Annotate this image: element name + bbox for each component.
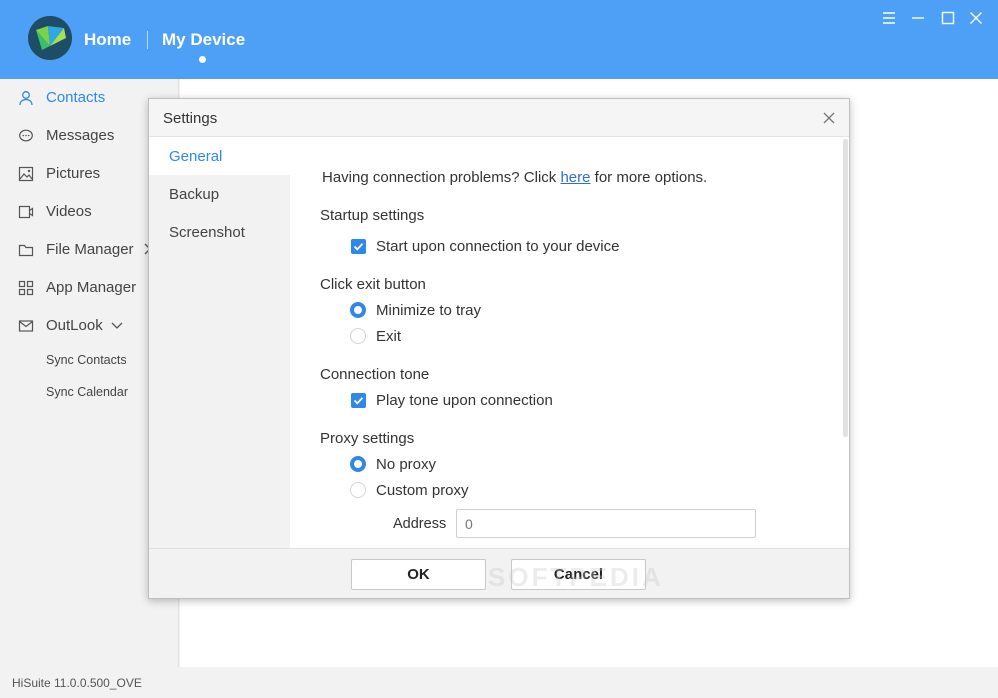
picture-icon [18, 166, 34, 182]
nav-divider [147, 31, 148, 49]
sidebar-sub-sync-contacts[interactable]: Sync Contacts [46, 353, 127, 367]
close-icon[interactable] [967, 9, 985, 27]
start-on-connect-checkbox[interactable] [351, 239, 366, 254]
minimize-icon[interactable] [909, 9, 927, 27]
address-label: Address [393, 516, 447, 532]
exit-label: Exit [376, 328, 402, 345]
startup-settings-heading: Startup settings [320, 207, 425, 224]
tab-screenshot[interactable]: Screenshot [149, 213, 290, 251]
no-proxy-label: No proxy [376, 456, 437, 473]
nav-my-device[interactable]: My Device [162, 30, 245, 50]
minimize-to-tray-label: Minimize to tray [376, 302, 482, 319]
proxy-settings-heading: Proxy settings [320, 430, 415, 447]
tab-label: General [169, 148, 223, 165]
settings-dialog: Settings General Backup Screenshot Havin… [148, 98, 850, 599]
sidebar-item-label: File Manager [46, 241, 134, 258]
exit-button-heading: Click exit button [320, 276, 426, 293]
no-proxy-radio[interactable] [350, 456, 366, 472]
custom-proxy-label: Custom proxy [376, 482, 469, 499]
dialog-title-bar: Settings [149, 99, 849, 137]
video-icon [18, 204, 34, 220]
exit-radio[interactable] [350, 328, 366, 344]
sidebar-item-label: App Manager [46, 279, 137, 296]
status-bar: HiSuite 11.0.0.500_OVE [0, 667, 998, 698]
dialog-title: Settings [163, 110, 218, 127]
connection-help-prefix: Having connection problems? Click [322, 169, 557, 186]
grid-icon [18, 280, 34, 296]
connection-help-suffix: for more options. [594, 169, 708, 186]
play-tone-label: Play tone upon connection [376, 392, 553, 409]
chat-bubble-icon [18, 128, 34, 144]
nav-home[interactable]: Home [84, 30, 131, 50]
menu-icon[interactable] [880, 9, 898, 27]
tab-label: Screenshot [169, 224, 245, 241]
dialog-scrollbar-thumb[interactable] [843, 139, 848, 437]
sidebar-item-label: OutLook [46, 317, 103, 334]
sidebar-item-label: Contacts [46, 89, 106, 106]
sidebar-item-label: Messages [46, 127, 115, 144]
play-tone-checkbox[interactable] [351, 393, 366, 408]
ok-button[interactable]: OK [351, 559, 486, 590]
custom-proxy-radio[interactable] [350, 482, 366, 498]
hisuite-logo-icon [28, 16, 72, 60]
tab-backup[interactable]: Backup [149, 175, 290, 213]
version-label: HiSuite 11.0.0.500_OVE [12, 676, 142, 690]
minimize-to-tray-radio[interactable] [350, 302, 366, 318]
start-on-connect-label: Start upon connection to your device [376, 238, 620, 255]
connection-tone-heading: Connection tone [320, 366, 430, 383]
active-nav-indicator [199, 56, 206, 63]
person-icon [18, 90, 34, 106]
chevron-down-icon [110, 320, 124, 334]
mail-icon [18, 318, 34, 334]
proxy-address-input[interactable] [456, 509, 756, 538]
tab-general[interactable]: General [149, 137, 290, 175]
cancel-button[interactable]: Cancel [511, 559, 646, 590]
sidebar-sub-sync-calendar[interactable]: Sync Calendar [46, 385, 128, 399]
sidebar-item-label: Pictures [46, 165, 101, 182]
tab-label: Backup [169, 186, 220, 203]
sidebar-item-label: Videos [46, 203, 92, 220]
app-header: Home My Device [0, 0, 998, 79]
connection-help-text: Having connection problems? Click here f… [322, 169, 707, 186]
connection-help-link[interactable]: here [560, 169, 590, 186]
maximize-icon[interactable] [939, 9, 957, 27]
dialog-tab-list: General Backup Screenshot [149, 137, 290, 548]
general-settings-panel: Having connection problems? Click here f… [290, 137, 842, 548]
folder-icon [18, 242, 34, 258]
dialog-close-icon[interactable] [821, 110, 837, 126]
dialog-footer: OK Cancel [149, 548, 849, 598]
